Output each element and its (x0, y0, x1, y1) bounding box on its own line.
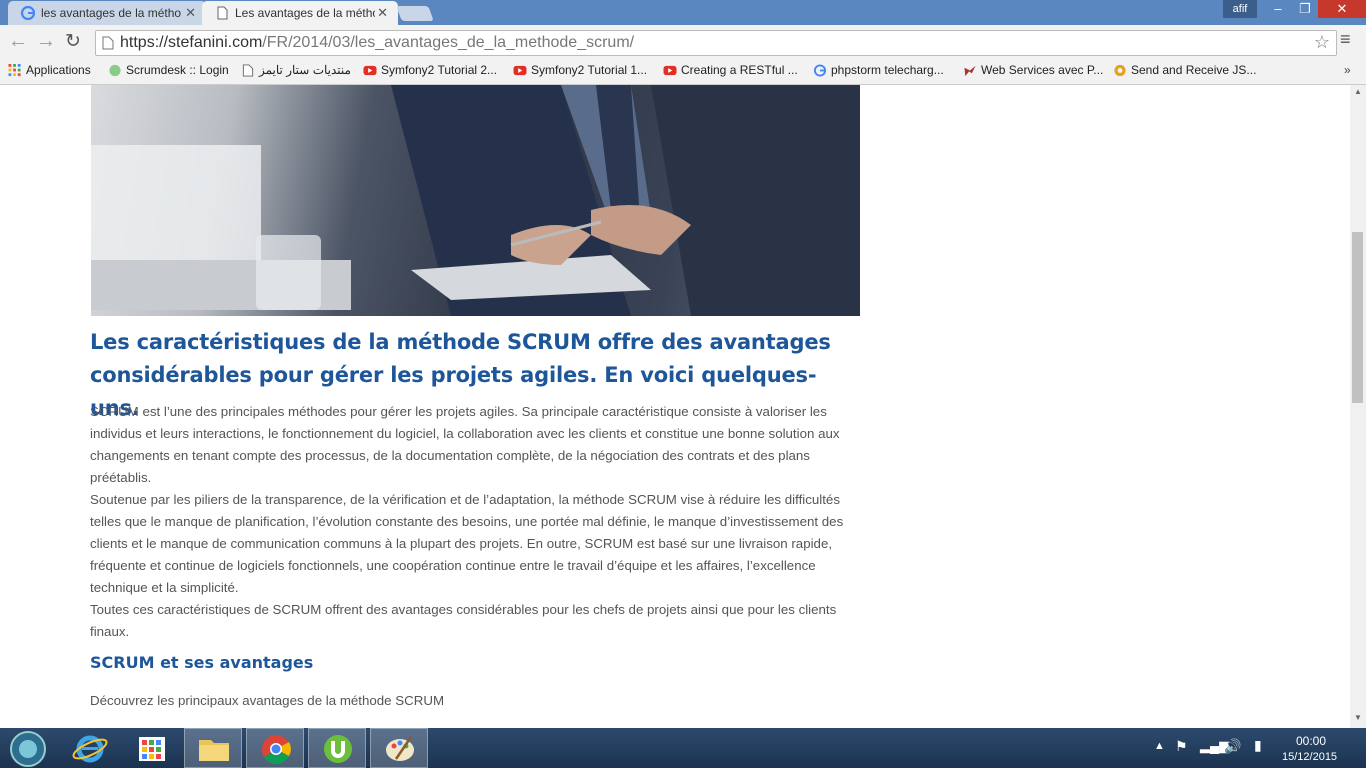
tab-2-active[interactable]: Les avantages de la méthod ✕ (202, 1, 398, 25)
bookmark-label: منتديات ستار تايمز (259, 63, 351, 77)
volume-icon[interactable]: 🔊 (1224, 738, 1241, 755)
action-center-icon[interactable]: ⚑ (1175, 738, 1188, 755)
restore-icon[interactable]: ❐ (1292, 0, 1318, 18)
taskbar-utorrent[interactable] (308, 728, 366, 768)
bookmark-star-icon[interactable]: ☆ (1314, 32, 1330, 53)
youtube-icon (363, 65, 377, 76)
bookmark-symfony-2[interactable]: Symfony2 Tutorial 2... (363, 63, 497, 77)
start-orb-icon (10, 731, 46, 767)
back-icon[interactable]: ← (8, 30, 28, 53)
bookmark-restful[interactable]: Creating a RESTful ... (663, 63, 798, 77)
taskbar-paint[interactable] (370, 728, 428, 768)
battery-icon[interactable]: ▮ (1254, 737, 1262, 754)
taskbar-file-explorer[interactable] (184, 728, 242, 768)
bookmark-label: Web Services avec P... (981, 63, 1104, 77)
show-hidden-icons[interactable]: ▲ (1154, 740, 1165, 752)
bookmark-label: Symfony2 Tutorial 1... (531, 63, 648, 77)
taskbar-chrome[interactable] (246, 728, 304, 768)
address-bar[interactable]: https://stefanini.com/FR/2014/03/les_ava… (95, 30, 1337, 56)
tool-icon (1114, 64, 1126, 77)
bird-icon (964, 65, 976, 77)
tab-1-title: les avantages de la méthod (41, 6, 181, 20)
bookmark-label: Creating a RESTful ... (681, 63, 798, 77)
tab-1[interactable]: les avantages de la méthod ✕ (8, 1, 206, 25)
ie-icon (72, 735, 108, 763)
url-path: /FR/2014/03/les_avantages_de_la_methode_… (262, 34, 635, 51)
close-icon[interactable]: ✕ (185, 5, 196, 21)
file-explorer-icon (199, 740, 229, 761)
taskbar-apps[interactable] (122, 728, 180, 768)
chrome-icon (261, 735, 291, 765)
business-meeting-image (91, 85, 860, 316)
scroll-down-icon[interactable]: ▼ (1354, 713, 1362, 722)
section-heading: SCRUM et ses avantages (90, 653, 314, 672)
article-paragraph: Toutes ces caractéristiques de SCRUM off… (90, 602, 837, 639)
title-bar: les avantages de la méthod ✕ Les avantag… (0, 0, 1366, 25)
bookmark-startimes[interactable]: منتديات ستار تايمز (241, 63, 351, 77)
forward-icon[interactable]: → (36, 30, 56, 53)
bookmark-web-services[interactable]: Web Services avec P... (963, 63, 1103, 77)
tab-2-title: Les avantages de la méthod (235, 6, 375, 20)
profile-button[interactable]: afif (1223, 0, 1257, 18)
close-icon[interactable]: ✕ (377, 5, 388, 21)
bookmarks-overflow-icon[interactable]: » (1344, 63, 1351, 77)
bookmark-scrumdesk[interactable]: Scrumdesk :: Login (108, 63, 229, 77)
page-icon (242, 64, 254, 77)
bookmark-label: phpstorm telecharg... (831, 63, 944, 77)
bookmark-phpstorm[interactable]: phpstorm telecharg... (813, 63, 944, 77)
scrumdesk-icon (109, 64, 121, 77)
bookmark-symfony-1[interactable]: Symfony2 Tutorial 1... (513, 63, 647, 77)
bookmark-send-receive[interactable]: Send and Receive JS... (1113, 63, 1256, 77)
scroll-up-icon[interactable]: ▲ (1354, 87, 1362, 96)
minimize-icon[interactable]: – (1264, 0, 1292, 18)
google-icon (813, 64, 827, 77)
article-body: SCRUM est l’une des principales méthodes… (90, 401, 860, 643)
page-icon (102, 36, 114, 50)
bookmark-applications[interactable]: Applications (8, 63, 91, 77)
article-paragraph: SCRUM est l’une des principales méthodes… (90, 404, 840, 485)
bookmarks-bar: Applications Scrumdesk :: Login منتديات … (0, 60, 1366, 85)
new-tab-button[interactable] (396, 6, 434, 21)
close-window-icon[interactable]: ✕ (1318, 0, 1366, 18)
bookmark-label: Applications (26, 63, 91, 77)
clock-time[interactable]: 00:00 (1296, 734, 1326, 748)
page-scrollbar[interactable]: ▲ ▼ (1350, 85, 1366, 728)
utorrent-icon (324, 735, 352, 763)
start-button[interactable] (0, 728, 58, 768)
section-intro: Découvrez les principaux avantages de la… (90, 693, 445, 708)
taskbar-ie[interactable] (60, 728, 118, 768)
reload-icon[interactable]: ↻ (65, 30, 81, 53)
youtube-icon (513, 65, 527, 76)
bookmark-label: Symfony2 Tutorial 2... (381, 63, 498, 77)
bookmark-label: Scrumdesk :: Login (126, 63, 229, 77)
bookmark-label: Send and Receive JS... (1131, 63, 1257, 77)
google-icon (21, 6, 35, 20)
clock-date[interactable]: 15/12/2015 (1282, 751, 1337, 763)
page-content: Les caractéristiques de la méthode SCRUM… (0, 85, 1350, 728)
menu-icon[interactable]: ≡ (1340, 29, 1351, 50)
youtube-icon (663, 65, 677, 76)
url-domain: https://stefanini.com (120, 34, 263, 51)
apps-grid-icon (139, 737, 165, 761)
paint-icon (386, 736, 414, 761)
hero-image (91, 85, 860, 316)
article-paragraph: Soutenue par les piliers de la transpare… (90, 492, 844, 595)
page-icon (217, 6, 228, 20)
taskbar: ▲ ⚑ ▂▄▆ 🔊 ▮ 00:00 15/12/2015 (0, 728, 1366, 768)
apps-grid-icon (8, 64, 21, 77)
scrollbar-thumb[interactable] (1352, 232, 1363, 403)
